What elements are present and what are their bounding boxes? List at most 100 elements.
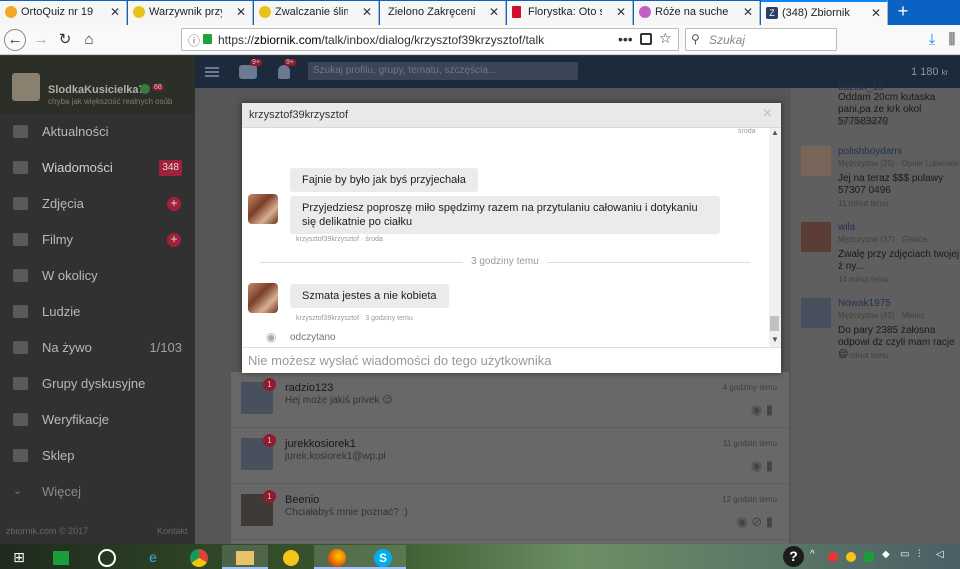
downloads-icon[interactable]: ⤓ [921,29,943,51]
sidebar-item-weryfikacje[interactable]: Weryfikacje [0,402,195,438]
sidebar-item-zdjecia[interactable]: Zdjęcia + [0,186,195,222]
chat-actions: ◉ ▮ [751,402,773,418]
battery-icon[interactable]: ▭ [900,549,909,560]
browser-tab-3[interactable]: Zwalczanie ślimaków✕ [254,1,379,25]
bell-icon[interactable] [278,65,290,79]
footer-copyright: zbiornik.com © 2017 [6,526,89,536]
url-bar[interactable]: ⓘ https://zbiornik.com/talk/inbox/dialog… [181,28,679,51]
list-item[interactable]: 1 Beenio Chciałabyś mnie poznać? :) 12 g… [231,484,789,540]
dialog-title[interactable]: krzysztof39krzysztof [249,109,348,121]
tab-close-icon[interactable]: ✕ [362,1,372,23]
eye-icon[interactable]: ◉ [736,514,747,529]
browser-tab-5[interactable]: Florystka: Oto sekret✕ [507,1,633,25]
tab-close-icon[interactable]: ✕ [871,2,881,24]
browser-tab-4[interactable]: Zielono Zakręceni: Bylica✕ [380,1,506,25]
tab-close-icon[interactable]: ✕ [489,1,499,23]
sidebar: SlodkaKusicielka7 68 chyba jak większość… [0,56,195,544]
profile-name[interactable]: SlodkaKusicielka7 [48,84,145,96]
browser-tab-2[interactable]: Warzywnik przydomo✕ [128,1,253,25]
library-icon[interactable]: ⫼ [941,29,960,51]
info-icon[interactable]: ⓘ [188,32,200,49]
skype-icon[interactable]: S [360,545,406,569]
trash-icon[interactable]: ▮ [766,458,773,473]
chat-preview: jurek.kosiorek1@wp.pl [285,451,386,462]
forward-button[interactable]: → [30,29,52,51]
scroll-down-icon[interactable]: ▼ [771,335,779,344]
trash-icon[interactable]: ▮ [766,514,773,529]
sidebar-item-wiadomosci[interactable]: Wiadomości 348 [0,150,195,186]
list-item[interactable]: 1 radzio123 Hej może jakiś privek 😉 4 go… [231,372,789,428]
chat-name: jurekkosiorek1 [285,438,356,450]
page-content: 9+ 9+ Szukaj profilu, grupy, tematu, szc… [0,56,960,544]
close-icon[interactable]: × [763,105,772,123]
chrome-icon[interactable] [176,545,222,569]
read-status: odczytano [290,332,336,343]
footer-contact-link[interactable]: Kontakt [157,526,188,536]
firefox-icon[interactable] [314,545,360,569]
explorer-icon[interactable] [222,545,268,569]
pocket-icon[interactable] [640,33,652,45]
browser-tab-active[interactable]: Z (348) Zbiornik ✕ [761,0,888,25]
home-icon[interactable]: ⌂ [78,29,100,51]
tab-close-icon[interactable]: ✕ [110,1,120,23]
message-bubble: Fajnie by było jak byś przyjechała [290,168,478,192]
sidebar-item-filmy[interactable]: Filmy + [0,222,195,258]
page-actions-button[interactable]: ••• [618,31,633,47]
back-button[interactable]: ← [4,29,26,51]
activity-feed: buziak_18 Oddam 20cm kutaska pani,pa ze … [791,82,960,544]
chat-time: 11 godzin temu [722,439,777,448]
tab-close-icon[interactable]: ✕ [236,1,246,23]
messages-icon[interactable] [239,65,257,79]
list-item[interactable]: 1 jurekkosiorek1 jurek.kosiorek1@wp.pl 1… [231,428,789,484]
eye-icon[interactable]: ◉ [751,402,762,417]
chat-preview: Hej może jakiś privek 😉 [285,395,393,406]
sidebar-item-ludzie[interactable]: Ludzie [0,294,195,330]
tray-app-icon[interactable] [864,552,874,562]
help-icon[interactable]: ? [783,546,804,567]
feed-name[interactable]: polishboydami [838,146,902,157]
profile-status: chyba jak większość realnych osób [48,97,173,106]
store-icon[interactable] [38,545,84,569]
block-icon[interactable]: ⊘ [751,514,762,529]
avatar[interactable] [12,73,40,101]
windows-start-icon[interactable]: ⊞ [0,545,38,569]
bookmark-star-icon[interactable]: ☆ [659,30,672,47]
feed-name[interactable]: wila [838,222,855,233]
trash-icon[interactable]: ▮ [766,402,773,417]
browser-tab-1[interactable]: OrtoQuiz nr 19 - spra✕ [0,1,127,25]
sidebar-item-wiecej[interactable]: ⌄ Więcej [0,474,195,510]
tray-app-icon[interactable]: ◆ [882,549,890,560]
tab-favicon-icon [5,6,17,18]
tab-close-icon[interactable]: ✕ [616,1,626,23]
tray-app-icon[interactable] [828,552,838,562]
feed-name[interactable]: Nowak1975 [838,298,891,309]
site-search-input[interactable]: Szukaj profilu, grupy, tematu, szczęścia… [308,62,578,80]
tray-expand-icon[interactable]: ^ [810,549,815,560]
sidebar-item-w-okolicy[interactable]: W okolicy [0,258,195,294]
sidebar-item-na-zywo[interactable]: Na żywo 1/103 [0,330,195,366]
emoji-icon[interactable] [268,545,314,569]
tab-close-icon[interactable]: ✕ [743,1,753,23]
browser-tab-6[interactable]: Róże na suche bukie✕ [634,1,760,25]
sidebar-item-grupy[interactable]: Grupy dyskusyjne [0,366,195,402]
sidebar-item-aktualnosci[interactable]: Aktualności [0,114,195,150]
reload-button[interactable]: ↻ [54,29,76,51]
message-thread[interactable]: środa Fajnie by było jak byś przyjechała… [242,128,769,347]
profile-card[interactable]: SlodkaKusicielka7 68 chyba jak większość… [0,56,195,114]
scroll-up-icon[interactable]: ▲ [771,128,779,137]
browser-search-input[interactable]: ⚲ Szukaj [685,28,837,51]
sidebar-item-sklep[interactable]: Sklep [0,438,195,474]
hp-icon[interactable] [84,545,130,569]
chat-actions: ◉ ▮ [751,458,773,474]
eye-icon[interactable]: ◉ [751,458,762,473]
add-film-button[interactable]: + [167,233,181,247]
wifi-icon[interactable]: ⫶ [918,549,921,560]
hamburger-menu-icon[interactable] [205,67,219,77]
volume-icon[interactable]: ◁ [936,549,944,560]
add-photo-button[interactable]: + [167,197,181,211]
scrollbar-thumb[interactable] [770,316,779,331]
tray-app-icon[interactable] [846,552,856,562]
scrollbar[interactable]: ▲ ▼ [769,128,781,347]
new-tab-button[interactable]: + [892,0,914,25]
ie-icon[interactable]: e [130,545,176,569]
